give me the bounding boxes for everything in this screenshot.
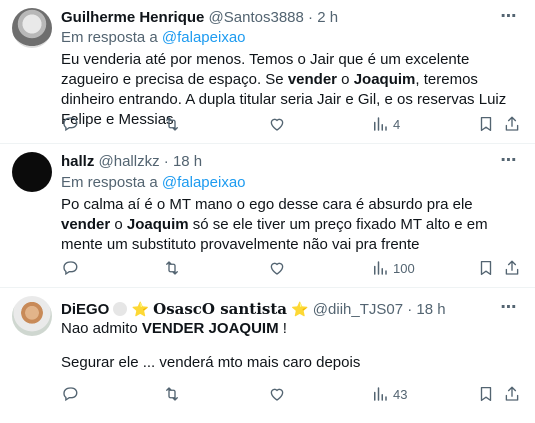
like-icon [270,388,284,401]
user-handle[interactable]: @Santos3888 [209,9,304,26]
retweet-button[interactable] [163,384,181,404]
tweet-text: Po calma aí é o MT mano o ego desse cara… [61,195,516,255]
retweet-icon [166,117,178,131]
reply-icon [63,387,78,402]
separator-dot: · [308,9,314,26]
tweet-text-bold: VENDER JOAQUIM [141,320,279,337]
tweet-text: Nao admito VENDER JOAQUIM ! [61,319,516,339]
like-icon [270,262,284,275]
tweet-2[interactable]: hallz @hallzkz · 18 h ⋯ Em resposta a @f… [0,144,535,286]
reply-prefix: Em resposta a [61,174,158,191]
action-bar: 100 [61,258,521,278]
views-count: 100 [393,260,415,276]
retweet-button[interactable] [163,258,181,278]
avatar[interactable] [12,296,52,336]
display-name[interactable]: Guilherme Henrique [61,9,204,26]
tweet-text-part: Po calma aí é o MT mano o ego desse cara… [61,196,473,213]
bookmark-button[interactable] [477,114,495,134]
display-name[interactable]: DiEGO [61,301,109,318]
bookmark-icon [480,386,492,402]
tweet-text-part: o [110,216,127,233]
tweet-text-part: o [337,71,354,88]
share-button[interactable] [503,114,521,134]
share-icon [505,260,519,275]
more-options-icon[interactable]: ⋯ [499,9,519,30]
reply-mention-link[interactable]: @falapeixao [162,174,246,191]
timestamp[interactable]: 2 h [317,9,338,26]
tweet-text-part: Nao admito [61,320,142,337]
user-handle[interactable]: @hallzkz [99,153,160,170]
reply-prefix: Em resposta a [61,29,158,46]
more-options-icon[interactable]: ⋯ [499,300,519,321]
views-icon [374,387,387,401]
views-count: 4 [393,116,401,132]
action-bar: 43 [61,384,521,404]
views-button[interactable]: 43 [371,384,407,404]
views-button[interactable]: 4 [371,114,400,134]
separator-dot: · [163,153,169,170]
star-icon: ⭐ [131,301,149,317]
retweet-button[interactable] [163,114,181,134]
reply-button[interactable] [61,114,79,134]
timestamp[interactable]: 18 h [416,301,445,318]
tweet-text-bold: Joaquim [353,71,416,88]
reply-icon [63,261,78,276]
views-icon [374,117,387,131]
star-icon: ⭐ [291,301,309,317]
bookmark-icon [480,260,492,276]
tweet-text-bold: vender [61,216,111,233]
reply-mention-link[interactable]: @falapeixao [162,29,246,46]
reply-button[interactable] [61,384,79,404]
share-icon [505,386,519,401]
retweet-icon [166,261,178,275]
reply-button[interactable] [61,258,79,278]
reply-context: Em resposta a @falapeixao [61,28,246,48]
more-options-icon[interactable]: ⋯ [499,153,519,174]
reply-context: Em resposta a @falapeixao [61,173,246,193]
tweet-header: DiEGO ⭐ OsascO santista ⭐ @diih_TJS07 · … [61,299,446,320]
timestamp[interactable]: 18 h [173,153,202,170]
display-name[interactable]: hallz [61,153,94,170]
avatar[interactable] [12,8,52,48]
tweet-text-line: Segurar ele ... venderá mto mais caro de… [61,354,361,371]
display-name-styled[interactable]: OsascO santista [153,300,287,318]
action-bar: 4 [61,114,521,134]
tweet-3[interactable]: DiEGO ⭐ OsascO santista ⭐ @diih_TJS07 · … [0,288,535,423]
bookmark-icon [480,116,492,132]
circle-emoji-icon [113,302,128,316]
like-button[interactable] [268,258,286,278]
tweet-text-part: ! [278,320,287,337]
tweet-1[interactable]: Guilherme Henrique @Santos3888 · 2 h ⋯ E… [0,0,535,143]
share-button[interactable] [503,384,521,404]
bookmark-button[interactable] [477,258,495,278]
tweet-text-bold: vender [287,71,338,88]
bookmark-button[interactable] [477,384,495,404]
retweet-icon [166,387,178,401]
avatar[interactable] [12,152,52,192]
share-icon [505,116,519,131]
views-count: 43 [393,386,408,402]
views-icon [374,261,387,275]
like-button[interactable] [268,384,286,404]
user-handle[interactable]: @diih_TJS07 [313,301,403,318]
reply-icon [63,117,78,132]
tweet-header: hallz @hallzkz · 18 h [61,152,202,172]
like-icon [270,118,284,131]
separator-dot: · [407,301,413,318]
tweet-header: Guilherme Henrique @Santos3888 · 2 h [61,8,338,28]
like-button[interactable] [268,114,286,134]
views-button[interactable]: 100 [371,258,415,278]
tweet-text-bold: Joaquim [126,216,189,233]
share-button[interactable] [503,258,521,278]
